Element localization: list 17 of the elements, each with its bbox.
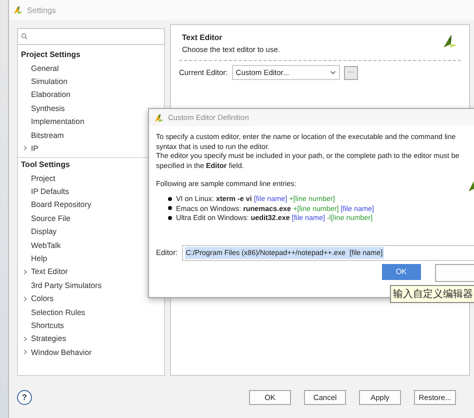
logo-icon (154, 112, 164, 122)
leaf-logo-icon (442, 33, 458, 49)
tooltip: 输入自定义编辑器 (390, 285, 474, 303)
search-field[interactable] (17, 28, 165, 45)
bullet-icon (168, 206, 172, 210)
bullet-icon (168, 196, 172, 201)
caret-icon[interactable] (22, 336, 28, 342)
caret-icon[interactable] (22, 268, 28, 275)
caret-icon[interactable] (22, 349, 28, 356)
search-icon (21, 33, 28, 40)
help-button[interactable]: ? (17, 390, 32, 404)
chevron-down-icon (330, 70, 336, 75)
window-title: Settings (27, 6, 56, 14)
caret-icon[interactable] (22, 145, 28, 152)
logo-icon (13, 5, 23, 15)
bullet-icon (168, 216, 172, 220)
caret-icon[interactable] (22, 296, 28, 302)
